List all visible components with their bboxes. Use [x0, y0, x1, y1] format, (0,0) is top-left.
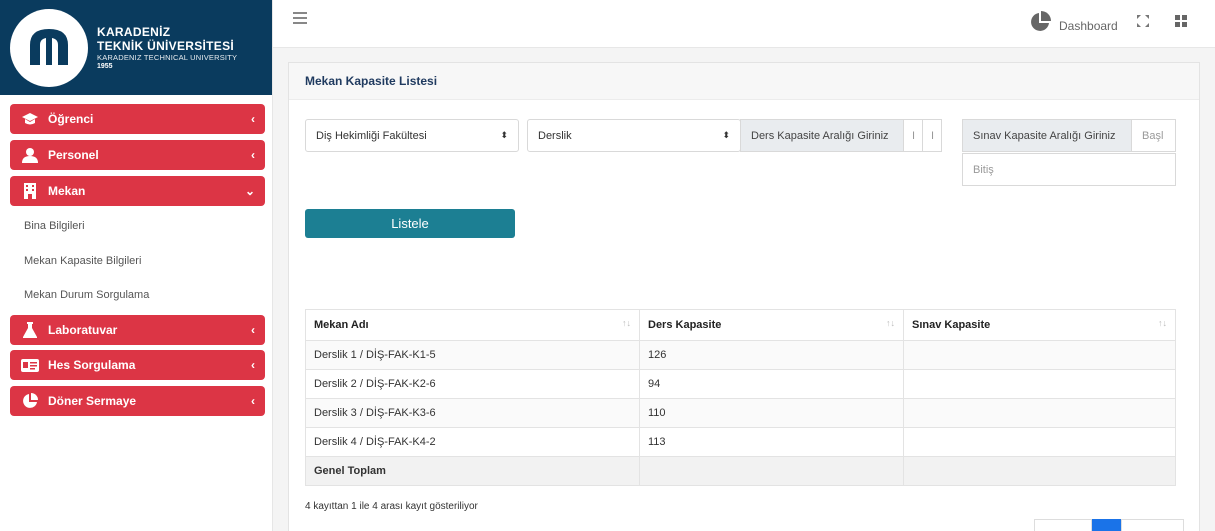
- sidebar-item-label: Döner Sermaye: [48, 394, 137, 408]
- cell-mekan-adi: Derslik 2 / DİŞ-FAK-K2-6: [305, 369, 640, 399]
- pagination-previous[interactable]: [1034, 519, 1092, 531]
- records-info: 4 kayıttan 1 ile 4 arası kayıt gösterili…: [305, 501, 478, 512]
- ders-capacity-label: Ders Kapasite Aralığı Giriniz: [740, 119, 904, 152]
- capacity-table: Mekan Adı ↑↓ Ders Kapasite ↑↓ Sınav Kapasi…: [305, 309, 1176, 486]
- chevron-left-icon: ‹: [251, 394, 255, 408]
- sort-icon[interactable]: ↑↓: [886, 318, 895, 328]
- sinav-capacity-start-input[interactable]: Başl: [1131, 119, 1176, 152]
- cell-mekan-adi: Derslik 1 / DİŞ-FAK-K1-5: [305, 340, 640, 370]
- sidebar-subitem-bina-bilgileri[interactable]: Bina Bilgileri: [24, 220, 85, 232]
- footer-total-label: Genel Toplam: [305, 456, 640, 486]
- logo-line2: TEKNİK ÜNİVERSİTESİ: [97, 39, 235, 53]
- graduation-cap-icon: [20, 111, 40, 127]
- sidebar-item-mekan[interactable]: Mekan ⌄: [10, 176, 265, 206]
- chevron-left-icon: ‹: [251, 148, 255, 162]
- chevron-left-icon: ‹: [251, 358, 255, 372]
- cell-mekan-adi: Derslik 4 / DİŞ-FAK-K4-2: [305, 427, 640, 457]
- column-header-mekan-adi[interactable]: Mekan Adı ↑↓: [305, 309, 640, 341]
- column-header-sinav-kapasite[interactable]: Sınav Kapasite ↑↓: [903, 309, 1176, 341]
- chevron-down-icon: ⌄: [244, 184, 255, 198]
- logo-line1: KARADENİZ: [97, 25, 171, 39]
- sidebar-subitem-mekan-durum-sorgulama[interactable]: Mekan Durum Sorgulama: [24, 289, 149, 301]
- sinav-capacity-label: Sınav Kapasite Aralığı Giriniz: [962, 119, 1132, 152]
- table-row: Derslik 1 / DİŞ-FAK-K1-5 126: [305, 340, 1176, 370]
- cell-sinav-kapasite: [903, 427, 1176, 457]
- pie-chart-icon[interactable]: [1029, 11, 1051, 33]
- grid-apps-icon[interactable]: [1175, 15, 1187, 27]
- cell-ders-kapasite: 110: [639, 398, 904, 428]
- cell-ders-kapasite: 94: [639, 369, 904, 399]
- sidebar-item-label: Hes Sorgulama: [48, 358, 136, 372]
- pagination-next[interactable]: [1121, 519, 1184, 531]
- sidebar-item-hes-sorgulama[interactable]: Hes Sorgulama ‹: [10, 350, 265, 380]
- cell-mekan-adi: Derslik 3 / DİŞ-FAK-K3-6: [305, 398, 640, 428]
- sidebar: KARADENİZ TEKNİK ÜNİVERSİTESİ KARADENIZ …: [0, 0, 273, 531]
- cell-sinav-kapasite: [903, 340, 1176, 370]
- panel-header: Mekan Kapasite Listesi: [289, 63, 1199, 100]
- pagination-page-active[interactable]: [1092, 519, 1121, 531]
- users-icon: [20, 147, 40, 163]
- space-type-select-value: Derslik: [538, 129, 572, 142]
- table-row: Derslik 2 / DİŞ-FAK-K2-6 94: [305, 369, 1176, 399]
- fullscreen-icon[interactable]: [1137, 15, 1149, 27]
- column-header-label: Sınav Kapasite: [912, 319, 991, 331]
- logo-line3: KARADENIZ TECHNICAL UNIVERSITY: [97, 53, 238, 62]
- sidebar-item-laboratuvar[interactable]: Laboratuvar ‹: [10, 315, 265, 345]
- building-icon: [20, 183, 40, 199]
- sidebar-item-label: Mekan: [48, 184, 86, 198]
- table-row: Derslik 3 / DİŞ-FAK-K3-6 110: [305, 398, 1176, 428]
- university-emblem: [10, 8, 88, 87]
- capacity-panel: Mekan Kapasite Listesi Diş Hekimliği Fak…: [288, 62, 1200, 531]
- faculty-select-value: Diş Hekimliği Fakültesi: [316, 129, 427, 142]
- sidebar-subitem-mekan-kapasite-bilgileri[interactable]: Mekan Kapasite Bilgileri: [24, 255, 141, 267]
- column-header-label: Mekan Adı: [314, 319, 369, 331]
- cell-sinav-kapasite: [903, 398, 1176, 428]
- sidebar-item-ogrenci[interactable]: Öğrenci ‹: [10, 104, 265, 134]
- sidebar-item-doner-sermaye[interactable]: Döner Sermaye ‹: [10, 386, 265, 416]
- pie-chart-icon: [20, 393, 40, 409]
- sort-icon[interactable]: ↑↓: [1158, 318, 1167, 328]
- table-footer-row: Genel Toplam: [305, 456, 1176, 486]
- chevron-left-icon: ‹: [251, 112, 255, 126]
- sinav-capacity-end-input[interactable]: Bitiş: [962, 153, 1176, 186]
- table-row: Derslik 4 / DİŞ-FAK-K4-2 113: [305, 427, 1176, 457]
- flask-icon: [20, 322, 40, 338]
- cell-ders-kapasite: 126: [639, 340, 904, 370]
- footer-ders-total: [639, 456, 904, 486]
- select-caret-icon: ⬍: [722, 130, 730, 140]
- pagination: [1034, 519, 1184, 531]
- space-type-select[interactable]: Derslik ⬍: [527, 119, 741, 152]
- faculty-select[interactable]: Diş Hekimliği Fakültesi ⬍: [305, 119, 519, 152]
- column-header-ders-kapasite[interactable]: Ders Kapasite ↑↓: [639, 309, 904, 341]
- sidebar-item-personel[interactable]: Personel ‹: [10, 140, 265, 170]
- sidebar-item-label: Laboratuvar: [48, 323, 118, 337]
- panel-title: Mekan Kapasite Listesi: [305, 74, 438, 88]
- university-logo[interactable]: KARADENİZ TEKNİK ÜNİVERSİTESİ KARADENIZ …: [0, 0, 272, 95]
- column-header-label: Ders Kapasite: [648, 319, 722, 331]
- sidebar-item-label: Öğrenci: [48, 112, 94, 126]
- id-card-icon: [20, 357, 40, 373]
- sidebar-item-label: Personel: [48, 148, 99, 162]
- sort-icon[interactable]: ↑↓: [622, 318, 631, 328]
- footer-sinav-total: [903, 456, 1176, 486]
- top-bar: Dashboard: [273, 0, 1215, 48]
- select-caret-icon: ⬍: [500, 130, 508, 140]
- logo-line4: 1955: [97, 63, 113, 70]
- ders-capacity-max-input[interactable]: I: [922, 119, 942, 152]
- list-button[interactable]: Listele: [305, 209, 515, 238]
- cell-ders-kapasite: 113: [639, 427, 904, 457]
- dashboard-link[interactable]: Dashboard: [1059, 19, 1118, 33]
- hamburger-menu-icon[interactable]: [293, 12, 307, 26]
- chevron-left-icon: ‹: [251, 323, 255, 337]
- cell-sinav-kapasite: [903, 369, 1176, 399]
- ders-capacity-min-input[interactable]: I: [903, 119, 923, 152]
